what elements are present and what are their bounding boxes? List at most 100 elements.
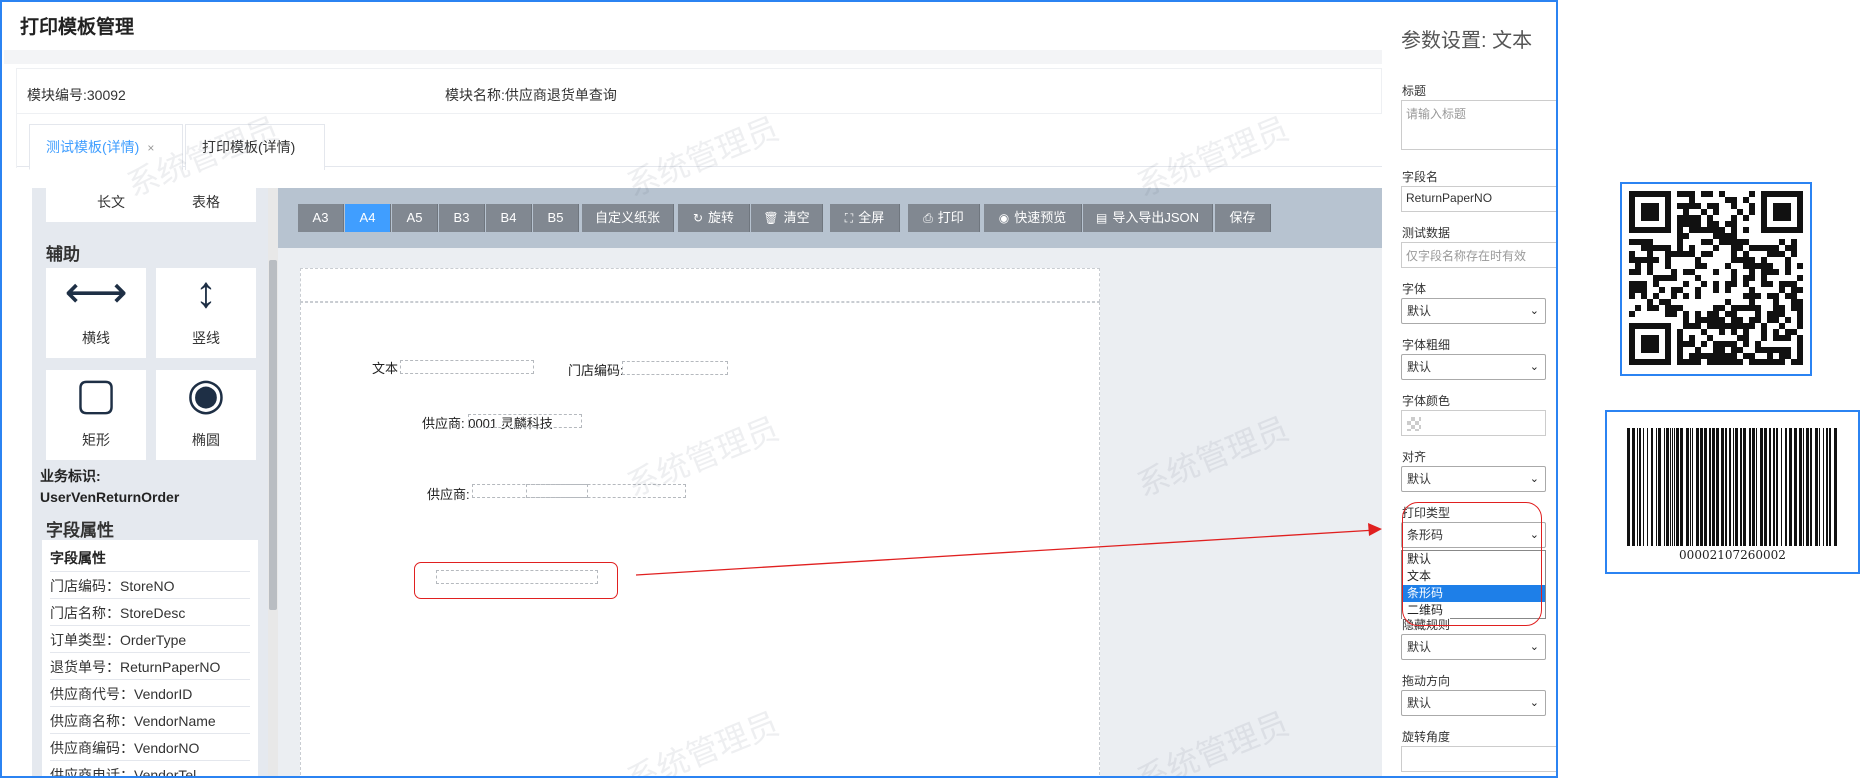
qr-module (1641, 215, 1647, 221)
quick-preview-button[interactable]: ◉ 快速预览 (984, 204, 1082, 232)
title-textarea[interactable]: 请输入标题 (1401, 100, 1556, 150)
qr-module (1761, 209, 1767, 215)
tool-vertical-line[interactable]: ↕ 竖线 (156, 268, 256, 358)
supplier-1-box[interactable] (468, 414, 582, 428)
qr-module (1653, 293, 1659, 299)
qr-module (1779, 353, 1785, 359)
qr-module (1767, 317, 1773, 323)
canvas-supplier-2[interactable]: 供应商: (427, 484, 470, 503)
qr-module (1671, 251, 1677, 257)
paper-a5-button[interactable]: A5 (392, 204, 438, 232)
qr-module (1629, 359, 1635, 365)
qr-module (1761, 227, 1767, 233)
canvas-text-element[interactable]: 文本 (372, 358, 398, 377)
save-button[interactable]: 保存 (1215, 204, 1271, 232)
barcode-bar (1769, 428, 1771, 546)
qr-module (1689, 353, 1695, 359)
tool-rectangle[interactable]: ▢ 矩形 (46, 370, 146, 460)
qr-module (1689, 197, 1695, 203)
list-item[interactable]: 供应商名称：VendorName (50, 707, 250, 734)
list-item[interactable]: 供应商电话：VendorTel (50, 761, 250, 776)
store-code-box[interactable] (622, 361, 728, 375)
font-select[interactable]: 默认 ⌄ (1401, 298, 1546, 324)
qr-module (1653, 305, 1659, 311)
qr-module (1725, 287, 1731, 293)
qr-module (1647, 359, 1653, 365)
qr-module (1677, 239, 1683, 245)
qr-module (1677, 215, 1683, 221)
align-select[interactable]: 默认 ⌄ (1401, 466, 1546, 492)
list-item[interactable]: 门店编码：StoreNO (50, 572, 250, 599)
qr-module (1731, 329, 1737, 335)
qr-module (1797, 317, 1803, 323)
rotate-button[interactable]: ↻ 旋转 (678, 204, 750, 232)
qr-module (1743, 275, 1749, 281)
panel-scrollbar[interactable] (268, 188, 278, 776)
qr-module (1653, 203, 1659, 209)
tool-label: 竖线 (192, 330, 220, 346)
qr-module (1719, 347, 1725, 353)
rotation-angle-input[interactable] (1401, 746, 1556, 772)
qr-module (1761, 263, 1767, 269)
import-export-json-button[interactable]: ▤ 导入导出JSON (1083, 204, 1213, 232)
text-element-box[interactable] (400, 360, 534, 374)
font-color-picker[interactable] (1401, 410, 1546, 436)
tool-horizontal-line[interactable]: ⟷ 横线 (46, 268, 146, 358)
tool-ellipse[interactable]: ◉ 椭圆 (156, 370, 256, 460)
list-item[interactable]: 供应商代号：VendorID (50, 680, 250, 707)
test-data-input[interactable]: 仅字段名称存在时有效 (1401, 242, 1556, 268)
qr-module (1665, 329, 1671, 335)
canvas-store-code[interactable]: 门店编码: (568, 360, 624, 379)
qr-module (1713, 317, 1719, 323)
rotate-icon: ↻ (692, 211, 704, 225)
paper-a3-button[interactable]: A3 (298, 204, 344, 232)
qr-module (1671, 293, 1677, 299)
list-item[interactable]: 供应商编码：VendorNO (50, 734, 250, 761)
paper-b3-button[interactable]: B3 (439, 204, 485, 232)
barcode-bar (1670, 428, 1671, 546)
qr-module (1647, 257, 1653, 263)
tool-table[interactable]: 表格 (156, 188, 256, 222)
barcode-bar (1686, 428, 1689, 546)
list-item[interactable]: 门店名称：StoreDesc (50, 599, 250, 626)
qr-module (1641, 203, 1647, 209)
qr-module (1773, 305, 1779, 311)
qr-module (1773, 245, 1779, 251)
custom-paper-button[interactable]: 自定义纸张 (582, 204, 674, 232)
qr-module (1779, 281, 1785, 287)
print-button[interactable]: ⎙ 打印 (908, 204, 980, 232)
qr-module (1665, 203, 1671, 209)
font-weight-select[interactable]: 默认 ⌄ (1401, 354, 1546, 380)
qr-module (1683, 191, 1689, 197)
clear-button[interactable]: 🗑 清空 (751, 204, 823, 232)
qr-module (1797, 353, 1803, 359)
barcode-bar (1651, 428, 1653, 546)
paper-header-region[interactable] (300, 268, 1100, 302)
qr-module (1677, 203, 1683, 209)
barcode-bar (1729, 428, 1731, 546)
paper-b5-button[interactable]: B5 (533, 204, 579, 232)
qr-module (1641, 227, 1647, 233)
qr-module (1743, 215, 1749, 221)
barcode-bar (1799, 428, 1802, 546)
paper-a4-button[interactable]: A4 (345, 204, 391, 232)
field-name-input[interactable]: ReturnPaperNO (1401, 186, 1556, 212)
qr-module (1629, 341, 1635, 347)
list-item[interactable]: 退货单号：ReturnPaperNO (50, 653, 250, 680)
qr-module (1761, 323, 1767, 329)
qr-module (1773, 293, 1779, 299)
scrollbar-thumb[interactable] (269, 260, 277, 610)
chevron-down-icon: ⌄ (1529, 697, 1539, 709)
qr-module (1635, 239, 1641, 245)
qr-module (1737, 317, 1743, 323)
qr-module (1797, 263, 1803, 269)
list-item[interactable]: 订单类型：OrderType (50, 626, 250, 653)
barcode-bar (1696, 428, 1699, 546)
qr-module (1797, 275, 1803, 281)
paper-b4-button[interactable]: B4 (486, 204, 532, 232)
drag-direction-select[interactable]: 默认 ⌄ (1401, 690, 1546, 716)
qr-module (1629, 293, 1635, 299)
fullscreen-button[interactable]: ⛶ 全屏 (830, 204, 900, 232)
hide-rule-select[interactable]: 默认 ⌄ (1401, 634, 1546, 660)
qr-module (1695, 215, 1701, 221)
